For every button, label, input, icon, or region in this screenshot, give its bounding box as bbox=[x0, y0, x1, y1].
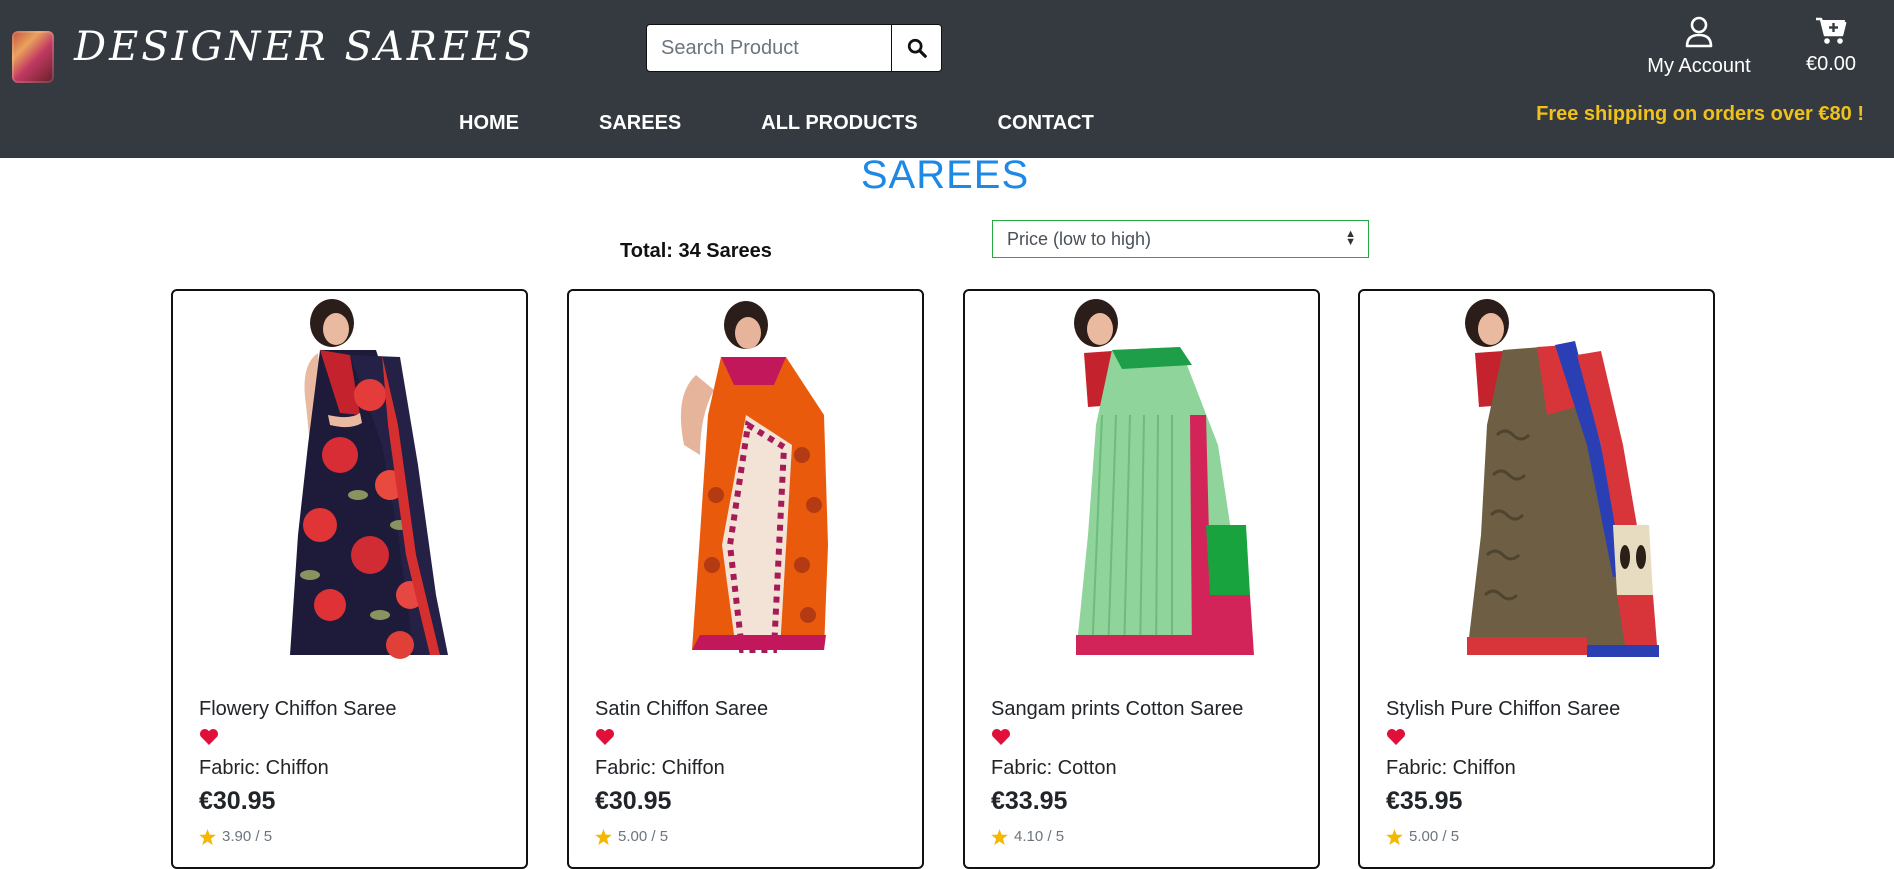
rating-value: 5.00 / 5 bbox=[618, 828, 669, 845]
wishlist-heart-icon[interactable] bbox=[199, 728, 219, 751]
product-name[interactable]: Sangam prints Cotton Saree bbox=[991, 698, 1243, 721]
cart-plus-icon bbox=[1816, 17, 1847, 44]
user-icon bbox=[1685, 16, 1713, 48]
cart-total: €0.00 bbox=[1805, 53, 1857, 75]
wishlist-heart-icon[interactable] bbox=[991, 728, 1011, 751]
product-rating: 3.90 / 5 bbox=[199, 828, 272, 845]
page-title: SAREES bbox=[860, 153, 1030, 197]
product-name[interactable]: Stylish Pure Chiffon Saree bbox=[1386, 698, 1620, 721]
product-name[interactable]: Satin Chiffon Saree bbox=[595, 698, 768, 721]
product-rating: 5.00 / 5 bbox=[1386, 828, 1459, 845]
search-bar bbox=[646, 24, 942, 72]
nav-contact[interactable]: CONTACT bbox=[998, 112, 1094, 135]
product-fabric: Fabric: Chiffon bbox=[199, 757, 329, 779]
product-price: €35.95 bbox=[1386, 787, 1463, 815]
star-icon bbox=[1386, 828, 1403, 845]
product-price: €30.95 bbox=[199, 787, 276, 815]
saree-image-stylish bbox=[1464, 299, 1659, 657]
nav-home[interactable]: HOME bbox=[459, 112, 519, 135]
site-header: DESIGNER SAREES My Account €0.00 HOME bbox=[0, 0, 1894, 158]
free-shipping-banner: Free shipping on orders over €80 ! bbox=[1536, 103, 1864, 125]
search-input[interactable] bbox=[647, 25, 891, 71]
product-fabric: Fabric: Chiffon bbox=[1386, 757, 1516, 779]
star-icon bbox=[991, 828, 1008, 845]
saree-image-satin bbox=[680, 301, 828, 653]
nav-sarees[interactable]: SAREES bbox=[599, 112, 681, 135]
product-count: Total: 34 Sarees bbox=[620, 240, 772, 262]
product-image[interactable] bbox=[1360, 295, 1713, 665]
product-image[interactable] bbox=[569, 295, 922, 665]
product-card[interactable]: Flowery Chiffon Saree Fabric: Chiffon €3… bbox=[171, 289, 528, 869]
brand-logo-image[interactable] bbox=[12, 31, 54, 83]
product-rating: 4.10 / 5 bbox=[991, 828, 1064, 845]
star-icon bbox=[595, 828, 612, 845]
wishlist-heart-icon[interactable] bbox=[1386, 728, 1406, 751]
star-icon bbox=[199, 828, 216, 845]
main-nav: HOME SAREES ALL PRODUCTS CONTACT bbox=[459, 112, 1174, 135]
product-card[interactable]: Stylish Pure Chiffon Saree Fabric: Chiff… bbox=[1358, 289, 1715, 869]
sort-arrows-icon: ▲ ▼ bbox=[1345, 228, 1356, 248]
nav-all-products[interactable]: ALL PRODUCTS bbox=[761, 112, 917, 135]
product-price: €30.95 bbox=[595, 787, 672, 815]
my-account-label: My Account bbox=[1647, 55, 1751, 77]
product-card[interactable]: Sangam prints Cotton Saree Fabric: Cotto… bbox=[963, 289, 1320, 869]
wishlist-heart-icon[interactable] bbox=[595, 728, 615, 751]
my-account-button[interactable]: My Account bbox=[1634, 16, 1764, 78]
brand-name[interactable]: DESIGNER SAREES bbox=[74, 24, 535, 70]
rating-value: 3.90 / 5 bbox=[222, 828, 273, 845]
search-icon bbox=[907, 38, 927, 58]
product-image[interactable] bbox=[173, 295, 526, 665]
product-name[interactable]: Flowery Chiffon Saree bbox=[199, 698, 397, 721]
product-fabric: Fabric: Cotton bbox=[991, 757, 1117, 779]
saree-image-flowery bbox=[289, 299, 448, 659]
cart-button[interactable]: €0.00 bbox=[1796, 16, 1866, 76]
product-image[interactable] bbox=[965, 295, 1318, 665]
saree-image-sangam bbox=[1073, 299, 1254, 656]
product-fabric: Fabric: Chiffon bbox=[595, 757, 725, 779]
sort-dropdown[interactable]: Price (low to high) ▲ ▼ bbox=[992, 220, 1369, 258]
product-rating: 5.00 / 5 bbox=[595, 828, 668, 845]
rating-value: 5.00 / 5 bbox=[1409, 828, 1460, 845]
sort-selected-value: Price (low to high) bbox=[1007, 228, 1152, 249]
rating-value: 4.10 / 5 bbox=[1014, 828, 1065, 845]
product-card[interactable]: Satin Chiffon Saree Fabric: Chiffon €30.… bbox=[567, 289, 924, 869]
product-price: €33.95 bbox=[991, 787, 1068, 815]
search-button[interactable] bbox=[891, 25, 941, 71]
